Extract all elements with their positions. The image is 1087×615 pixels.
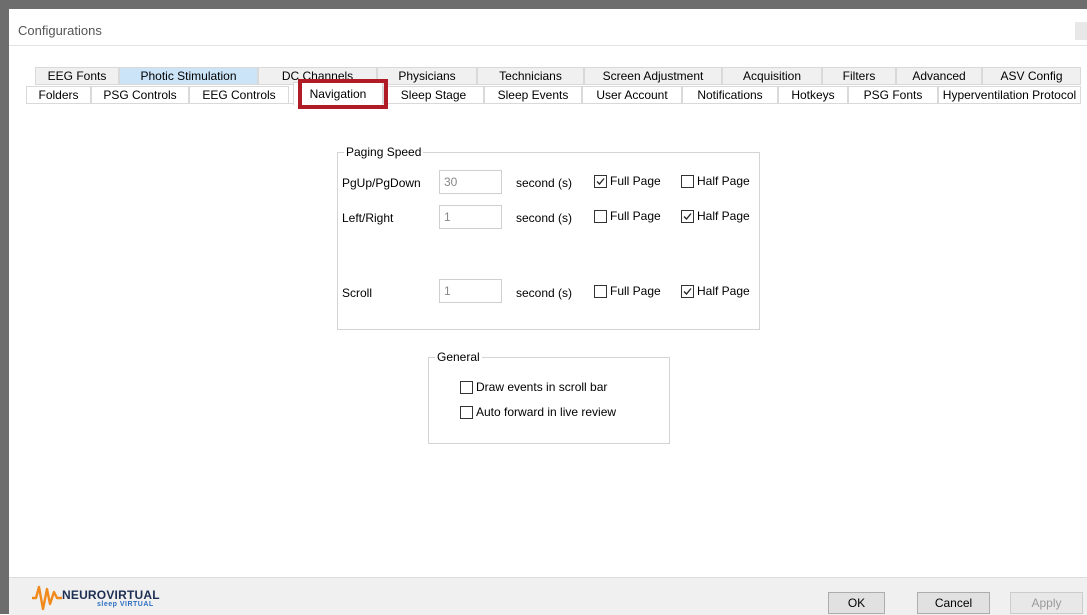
left-right-input[interactable]	[439, 205, 502, 229]
half-page-label: Half Page	[697, 174, 750, 188]
checkbox-unchecked-icon	[460, 405, 473, 419]
left-right-unit: second (s)	[516, 211, 573, 225]
tab-row-back: EEG Fonts Photic Stimulation DC Channels…	[35, 67, 1081, 86]
tab-advanced[interactable]: Advanced	[896, 67, 982, 85]
left-right-half-page-checkbox[interactable]: Half Page	[681, 208, 750, 224]
logo-subtext: sleep VIRTUAL	[97, 601, 154, 608]
auto-forward-label: Auto forward in live review	[476, 405, 617, 419]
left-right-label: Left/Right	[342, 211, 394, 225]
cancel-button[interactable]: Cancel	[917, 592, 990, 614]
tab-psg-fonts[interactable]: PSG Fonts	[848, 86, 938, 104]
paging-speed-legend: Paging Speed	[346, 145, 422, 159]
tab-notifications[interactable]: Notifications	[682, 86, 778, 104]
tab-sleep-events[interactable]: Sleep Events	[484, 86, 582, 104]
title-bar: Configurations	[9, 9, 1087, 46]
full-page-label: Full Page	[610, 284, 661, 298]
general-group: General	[428, 350, 670, 444]
scroll-label: Scroll	[342, 286, 373, 300]
checkbox-checked-icon	[594, 174, 607, 188]
half-page-label: Half Page	[697, 209, 750, 223]
full-page-label: Full Page	[610, 174, 661, 188]
pgup-pgdown-label: PgUp/PgDown	[342, 176, 421, 190]
pgup-pgdown-input[interactable]	[439, 170, 502, 194]
screen-edge-left	[0, 0, 9, 614]
draw-events-label: Draw events in scroll bar	[476, 380, 608, 394]
tab-screen-adjustment[interactable]: Screen Adjustment	[584, 67, 722, 85]
logo-text: NEUROVIRTUAL	[62, 588, 160, 602]
tab-physicians[interactable]: Physicians	[377, 67, 477, 85]
tab-eeg-controls[interactable]: EEG Controls	[189, 86, 289, 104]
checkbox-checked-icon	[681, 284, 694, 298]
scroll-input[interactable]	[439, 279, 502, 303]
scroll-half-page-checkbox[interactable]: Half Page	[681, 283, 750, 299]
checkbox-unchecked-icon	[594, 209, 607, 223]
pgup-pgdown-half-page-checkbox[interactable]: Half Page	[681, 173, 750, 189]
tab-folders[interactable]: Folders	[26, 86, 91, 104]
apply-button[interactable]: Apply	[1010, 592, 1083, 614]
navigation-panel: Paging Speed PgUp/PgDown second (s) Full…	[26, 103, 1081, 579]
tab-acquisition[interactable]: Acquisition	[722, 67, 822, 85]
waveform-icon	[32, 585, 62, 611]
checkbox-unchecked-icon	[594, 284, 607, 298]
checkbox-checked-icon	[681, 209, 694, 223]
left-right-full-page-checkbox[interactable]: Full Page	[594, 208, 661, 224]
configurations-window: Configurations EEG Fonts Photic Stimulat…	[9, 9, 1087, 615]
checkbox-unchecked-icon	[681, 174, 694, 188]
checkbox-unchecked-icon	[460, 380, 473, 394]
tab-filters[interactable]: Filters	[822, 67, 896, 85]
pgup-pgdown-full-page-checkbox[interactable]: Full Page	[594, 173, 661, 189]
active-tab-highlight	[298, 79, 388, 109]
tab-photic-stimulation[interactable]: Photic Stimulation	[119, 67, 258, 85]
scroll-unit: second (s)	[516, 286, 573, 300]
general-legend: General	[437, 350, 480, 364]
tab-hotkeys[interactable]: Hotkeys	[778, 86, 848, 104]
half-page-label: Half Page	[697, 284, 750, 298]
tab-technicians[interactable]: Technicians	[477, 67, 584, 85]
tab-sleep-stage[interactable]: Sleep Stage	[383, 86, 484, 104]
window-title: Configurations	[18, 23, 102, 38]
tab-hyperventilation-protocol[interactable]: Hyperventilation Protocol	[938, 86, 1081, 104]
ok-button[interactable]: OK	[828, 592, 885, 614]
tab-psg-controls[interactable]: PSG Controls	[91, 86, 189, 104]
auto-forward-in-live-review-checkbox[interactable]: Auto forward in live review	[460, 404, 616, 420]
full-page-label: Full Page	[610, 209, 661, 223]
tab-user-account[interactable]: User Account	[582, 86, 682, 104]
tab-asv-config[interactable]: ASV Config	[982, 67, 1081, 85]
close-button[interactable]	[1075, 22, 1087, 40]
tab-eeg-fonts[interactable]: EEG Fonts	[35, 67, 119, 85]
scroll-full-page-checkbox[interactable]: Full Page	[594, 283, 661, 299]
draw-events-in-scroll-bar-checkbox[interactable]: Draw events in scroll bar	[460, 379, 607, 395]
neurovirtual-logo: NEUROVIRTUAL sleep VIRTUAL	[32, 584, 182, 614]
screen-edge-top	[0, 0, 1087, 9]
footer-bar: NEUROVIRTUAL sleep VIRTUAL OK Cancel App…	[9, 577, 1087, 615]
pgup-pgdown-unit: second (s)	[516, 176, 573, 190]
